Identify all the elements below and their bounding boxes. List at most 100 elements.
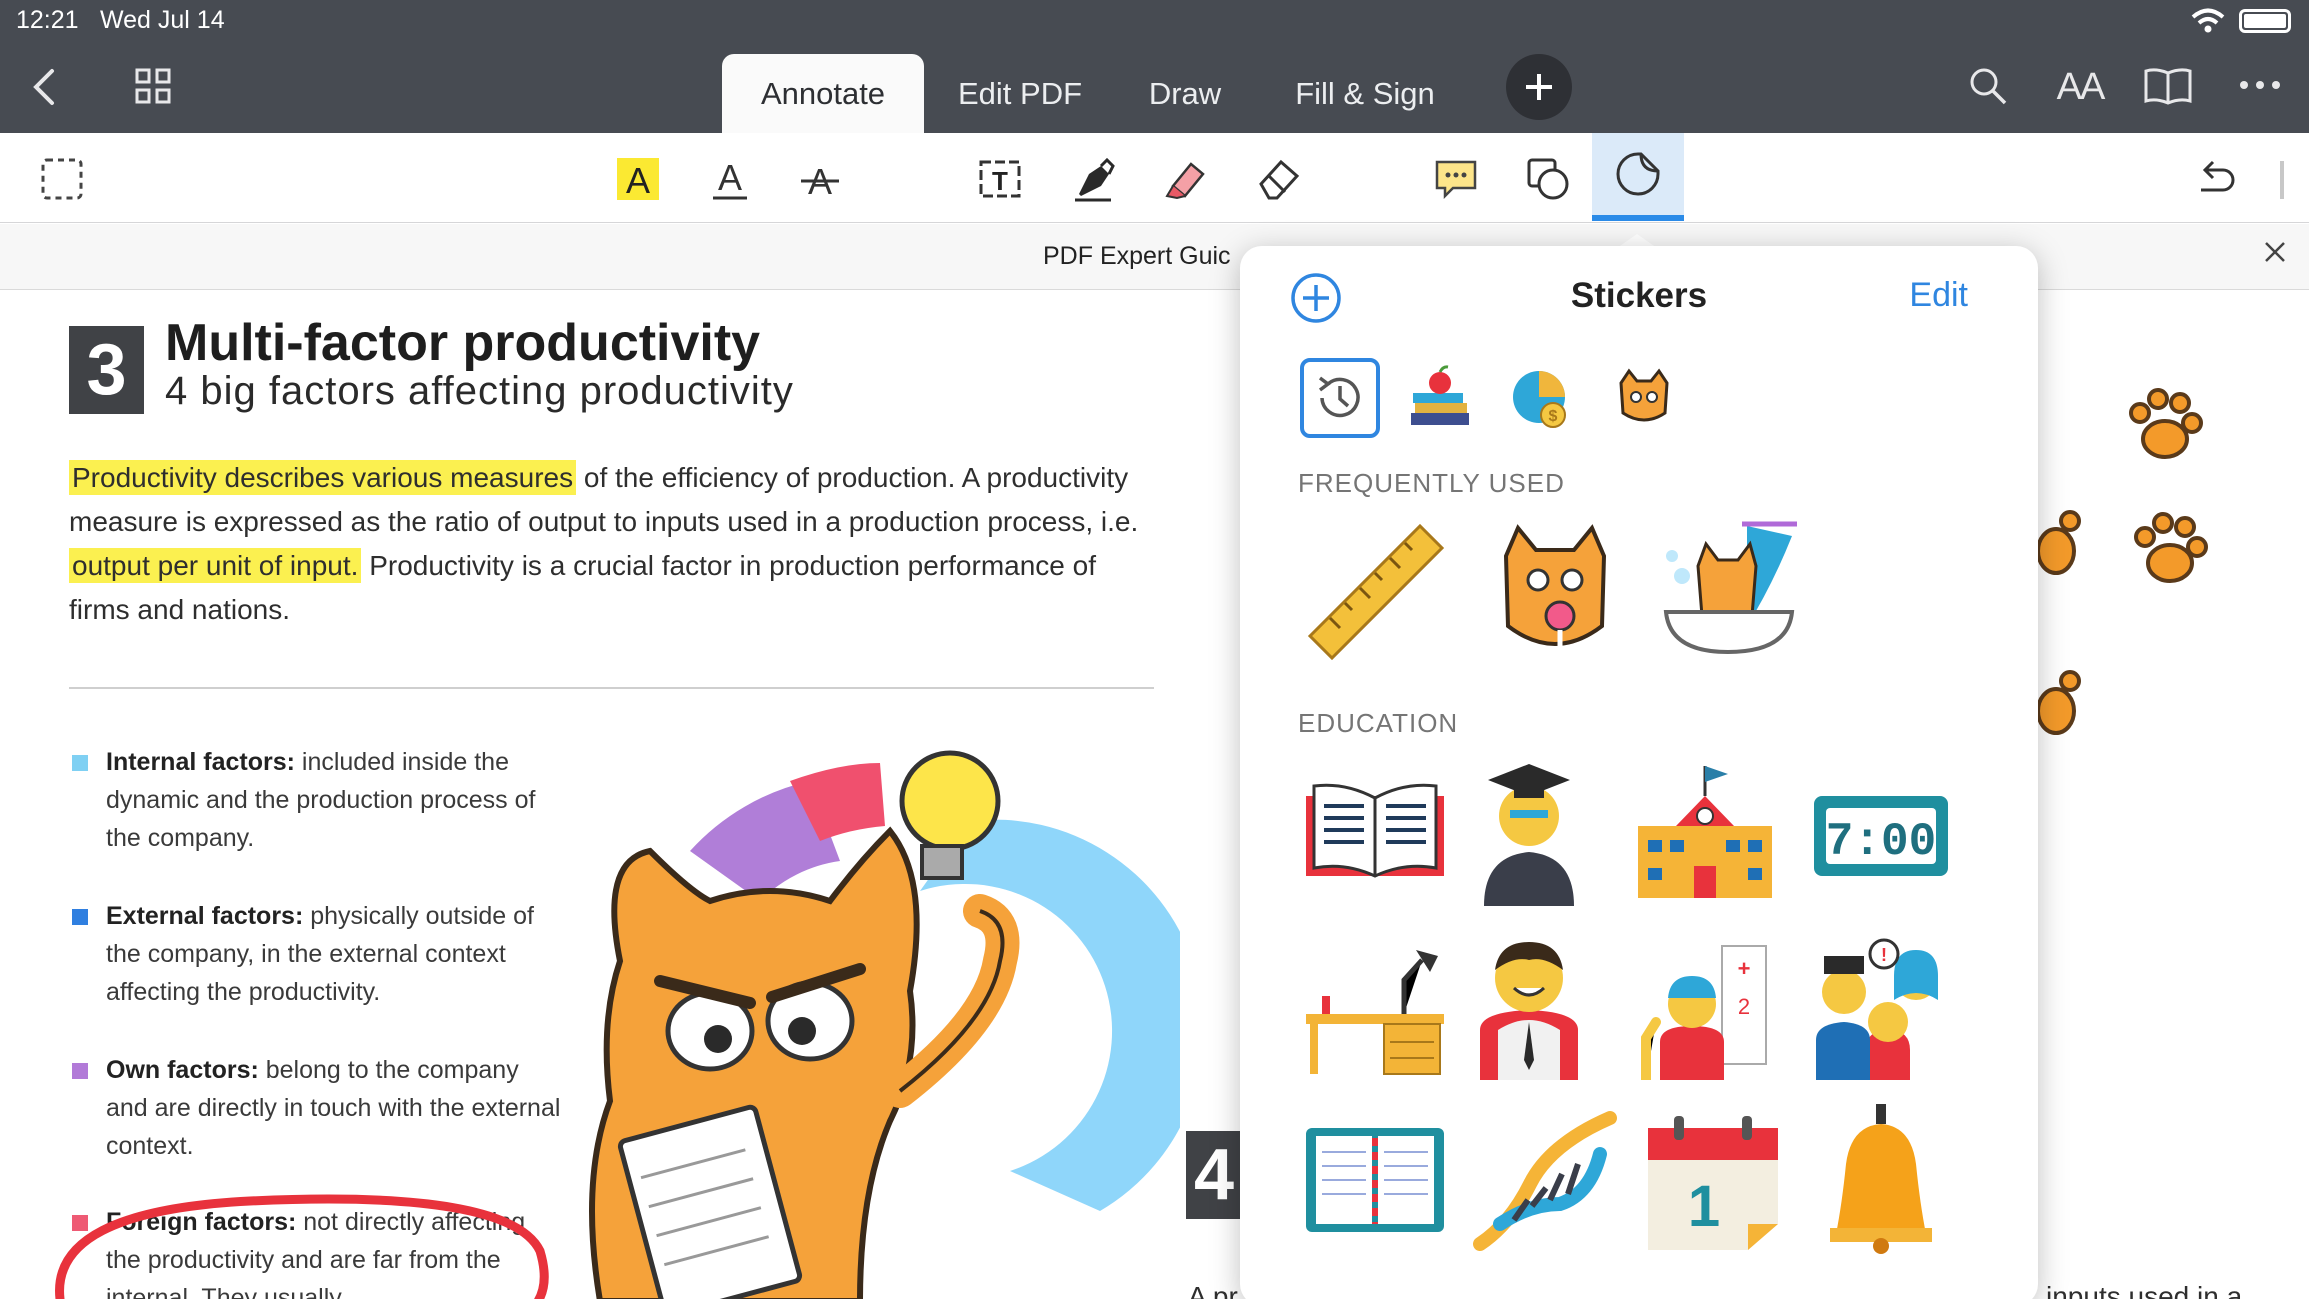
highlight-text-icon: A (617, 158, 659, 201)
sticker-cat-lollipop[interactable] (1480, 516, 1630, 666)
highlighter-marker-icon (1165, 162, 1205, 200)
text-box-tool[interactable]: T (970, 149, 1030, 209)
category-education[interactable] (1400, 358, 1480, 438)
stickers-popover: Stickers Edit $ FREQUENTLY USED EDUCATIO… (1240, 246, 2038, 1299)
sticker-notebook[interactable] (1300, 1104, 1450, 1254)
divider (69, 687, 1154, 689)
sticker-teacher[interactable]: +2 (1630, 930, 1780, 1080)
tab-draw[interactable]: Draw (1120, 54, 1250, 133)
document-title[interactable]: PDF Expert Guic (1043, 242, 1231, 271)
sticker-cat-bath[interactable] (1652, 516, 1802, 666)
undo-button[interactable] (2186, 149, 2246, 209)
highlight-tool[interactable]: A (608, 149, 668, 209)
plus-icon (1526, 74, 1552, 100)
sticker-alarm-clock[interactable]: 7:00 (1806, 756, 1956, 906)
eraser-tool[interactable] (1248, 149, 1308, 209)
bullet-external-factors: External factors: physically outside of … (72, 897, 562, 1011)
page-heading: Multi-factor productivity (165, 314, 761, 372)
bell-icon (1830, 1104, 1932, 1254)
sticker-dna[interactable] (1470, 1104, 1620, 1254)
bottom-text-fragment: A pr (1188, 1281, 1238, 1299)
add-tool-button[interactable] (1506, 54, 1572, 120)
tab-annotate[interactable]: Annotate (722, 54, 924, 133)
comment-tool[interactable] (1426, 149, 1486, 209)
notebook-icon (1306, 1128, 1444, 1232)
ruler-icon (1307, 523, 1445, 661)
underline-tool[interactable]: A (700, 149, 760, 209)
status-indicators (2191, 8, 2291, 34)
bullet-title: External factors: (106, 902, 304, 930)
svg-text:2: 2 (1738, 994, 1750, 1019)
pen-tool[interactable] (1064, 149, 1124, 209)
sticker-desk[interactable] (1300, 930, 1450, 1080)
svg-text:A: A (626, 160, 650, 201)
sticker-open-book[interactable] (1300, 756, 1450, 906)
annotation-toolbar: A A A T (0, 133, 2309, 223)
bullet-internal-factors: Internal factors: included inside the dy… (72, 743, 562, 857)
pie-chart-dollar-icon: $ (1513, 371, 1566, 428)
calendar-day: 1 (1688, 1174, 1720, 1239)
sticker-student[interactable] (1454, 930, 1604, 1080)
highlighted-text[interactable]: output per unit of input. (69, 548, 362, 583)
section-number: 3 (69, 326, 144, 414)
eraser-icon (1259, 159, 1300, 200)
close-document-button[interactable] (2263, 238, 2287, 272)
red-ink-annotation[interactable] (40, 1171, 560, 1299)
dna-helix-icon (1473, 1111, 1617, 1251)
sticker-calendar[interactable]: 1 (1638, 1104, 1788, 1254)
pen-nib-icon (1075, 157, 1115, 202)
sticker-bell[interactable] (1806, 1104, 1956, 1254)
school-building-icon (1638, 766, 1772, 898)
graduate-icon (1484, 764, 1574, 906)
books-apple-icon (1411, 365, 1469, 425)
sticker-class[interactable]: ! (1806, 930, 1956, 1080)
sticker-school[interactable] (1630, 756, 1780, 906)
category-business[interactable]: $ (1502, 358, 1582, 438)
tab-edit-pdf[interactable]: Edit PDF (940, 54, 1100, 133)
shapes-tool[interactable] (1518, 149, 1578, 209)
search-button[interactable] (1966, 64, 2010, 108)
strikethrough-text-icon: A (801, 161, 839, 202)
text-size-button[interactable]: AA (2052, 62, 2108, 112)
history-clock-icon (1318, 376, 1360, 418)
bottom-text-fragment: inputs used in a (2046, 1281, 2243, 1299)
svg-text:A: A (718, 157, 742, 198)
more-dots-icon (2240, 81, 2280, 89)
edit-stickers-button[interactable]: Edit (1909, 276, 1968, 315)
reading-mode-button[interactable] (2142, 64, 2194, 108)
bullet-own-factors: Own factors: belong to the company and a… (72, 1051, 562, 1165)
bullet-marker (72, 909, 88, 925)
svg-text:T: T (992, 166, 1008, 196)
sticker-ruler[interactable] (1300, 516, 1450, 666)
paw-stickers[interactable] (2030, 371, 2230, 771)
back-button[interactable] (24, 62, 64, 112)
bullet-marker (72, 755, 88, 771)
sticker-graduate[interactable] (1454, 756, 1604, 906)
sticker-icon (1616, 152, 1660, 196)
svg-text:$: $ (1549, 408, 1558, 425)
svg-text:!: ! (1881, 945, 1887, 965)
toolbar-drag-handle[interactable] (2280, 161, 2284, 199)
undo-icon (2201, 160, 2235, 192)
marquee-select-icon (41, 158, 83, 200)
next-section-number: 4 (1186, 1131, 1246, 1219)
comment-bubble-icon (1435, 160, 1477, 200)
close-icon (2265, 242, 2285, 262)
section-frequently-used: FREQUENTLY USED (1298, 468, 1565, 498)
book-icon (2144, 68, 2192, 105)
cat-face-icon (1619, 368, 1669, 422)
strikethrough-tool[interactable]: A (790, 149, 850, 209)
highlighted-text[interactable]: Productivity describes various measures (69, 460, 577, 495)
tab-fill-sign[interactable]: Fill & Sign (1270, 54, 1460, 133)
highlighter-pen-tool[interactable] (1156, 149, 1216, 209)
stickers-tool[interactable] (1592, 133, 1684, 221)
category-cat[interactable] (1604, 358, 1684, 438)
select-tool[interactable] (32, 149, 92, 209)
student-backpack-icon (1480, 942, 1578, 1080)
category-recent[interactable] (1300, 358, 1380, 438)
pdf-expert-screen: 12:21 Wed Jul 14 Annotate Edit PDF Draw … (0, 0, 2309, 1299)
classmates-icon: ! (1816, 938, 1938, 1080)
more-button[interactable] (2238, 70, 2282, 100)
thumbnails-button[interactable] (133, 66, 173, 106)
status-time: 12:21 (16, 6, 79, 34)
